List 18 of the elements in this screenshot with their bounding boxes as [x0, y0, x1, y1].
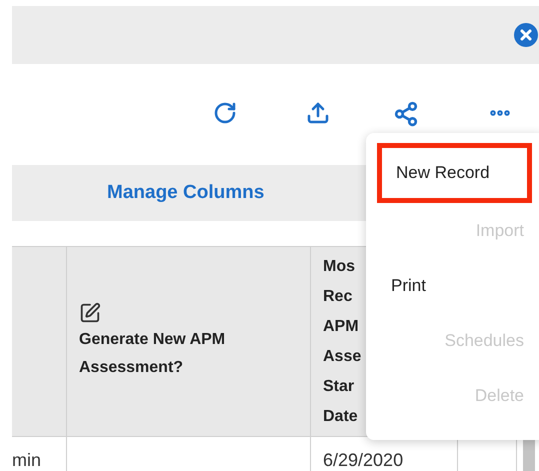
- column-title: APM: [323, 316, 359, 336]
- column-title: Generate New APM Assessment?: [79, 330, 226, 378]
- table-cell-text: 6/29/2020: [322, 449, 404, 471]
- edit-icon[interactable]: [79, 302, 101, 324]
- upload-icon[interactable]: [306, 101, 330, 125]
- table-cell-text: min: [12, 449, 42, 471]
- close-icon[interactable]: [514, 23, 538, 47]
- column-title: Star: [323, 376, 354, 396]
- manage-columns-button[interactable]: Manage Columns: [107, 178, 264, 208]
- column-title: Asse: [323, 346, 362, 366]
- scrollbar[interactable]: [523, 437, 535, 471]
- column-title: Mos: [323, 256, 355, 276]
- menu-item[interactable]: New Record: [377, 143, 532, 203]
- column-title: Rec: [323, 286, 352, 306]
- column-title: Date: [323, 406, 358, 426]
- menu-item[interactable]: Print: [377, 258, 532, 313]
- refresh-icon[interactable]: [213, 101, 237, 125]
- share-icon[interactable]: [393, 101, 419, 127]
